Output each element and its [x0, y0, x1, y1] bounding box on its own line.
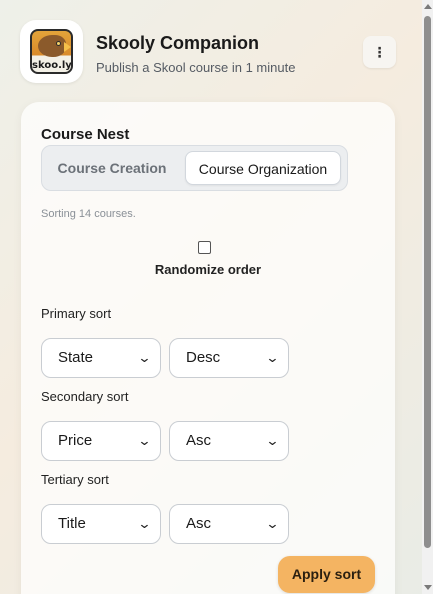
chevron-down-icon: ⌄	[137, 516, 152, 531]
secondary-sort-direction-value: Asc	[186, 432, 212, 449]
course-nest-card: Course Nest Course Creation Course Organ…	[21, 102, 395, 594]
tab-course-creation[interactable]: Course Creation	[48, 151, 176, 185]
primary-sort-direction-value: Desc	[186, 349, 221, 366]
chevron-down-icon: ⌄	[265, 516, 280, 531]
app-title: Skooly Companion	[96, 33, 260, 53]
randomize-checkbox[interactable]	[198, 241, 211, 254]
eagle-logo-icon: skoo.ly	[30, 29, 73, 74]
vertical-scrollbar[interactable]	[422, 0, 433, 594]
secondary-sort-field-value: Price	[58, 432, 93, 449]
tertiary-sort-label: Tertiary sort	[41, 472, 109, 487]
primary-sort-direction-select[interactable]: Desc ⌄	[169, 338, 289, 378]
primary-sort-label: Primary sort	[41, 306, 112, 321]
secondary-sort-field-select[interactable]: Price ⌄	[41, 421, 161, 461]
app-header: skoo.ly Skooly Companion Publish a Skool…	[20, 20, 396, 84]
tertiary-sort-direction-value: Asc	[186, 515, 212, 532]
apply-sort-button[interactable]: Apply sort	[278, 556, 375, 593]
more-menu-button[interactable]: ⋮	[363, 36, 396, 68]
chevron-down-icon: ⌄	[265, 433, 280, 448]
tab-course-organization[interactable]: Course Organization	[185, 151, 341, 185]
chevron-down-icon: ⌄	[137, 433, 152, 448]
chevron-down-icon: ⌄	[265, 350, 280, 365]
primary-sort-field-value: State	[58, 349, 94, 366]
tertiary-sort-field-value: Title	[58, 515, 86, 532]
tertiary-sort-direction-select[interactable]: Asc ⌄	[169, 504, 289, 544]
secondary-sort-direction-select[interactable]: Asc ⌄	[169, 421, 289, 461]
tab-bar: Course Creation Course Organization	[41, 145, 348, 191]
status-text: Sorting 14 courses.	[41, 208, 136, 220]
tertiary-sort-field-select[interactable]: Title ⌄	[41, 504, 161, 544]
secondary-sort-label: Secondary sort	[41, 389, 129, 404]
scrollbar-thumb[interactable]	[424, 16, 431, 548]
app-logo: skoo.ly	[20, 20, 83, 83]
scroll-down-arrow-icon[interactable]	[424, 585, 432, 590]
card-title: Course Nest	[41, 126, 130, 143]
more-vertical-icon: ⋮	[372, 43, 387, 60]
randomize-label: Randomize order	[154, 262, 262, 277]
scroll-up-arrow-icon[interactable]	[424, 4, 432, 9]
app-subtitle: Publish a Skool course in 1 minute	[96, 60, 296, 75]
primary-sort-field-select[interactable]: State ⌄	[41, 338, 161, 378]
chevron-down-icon: ⌄	[137, 350, 152, 365]
